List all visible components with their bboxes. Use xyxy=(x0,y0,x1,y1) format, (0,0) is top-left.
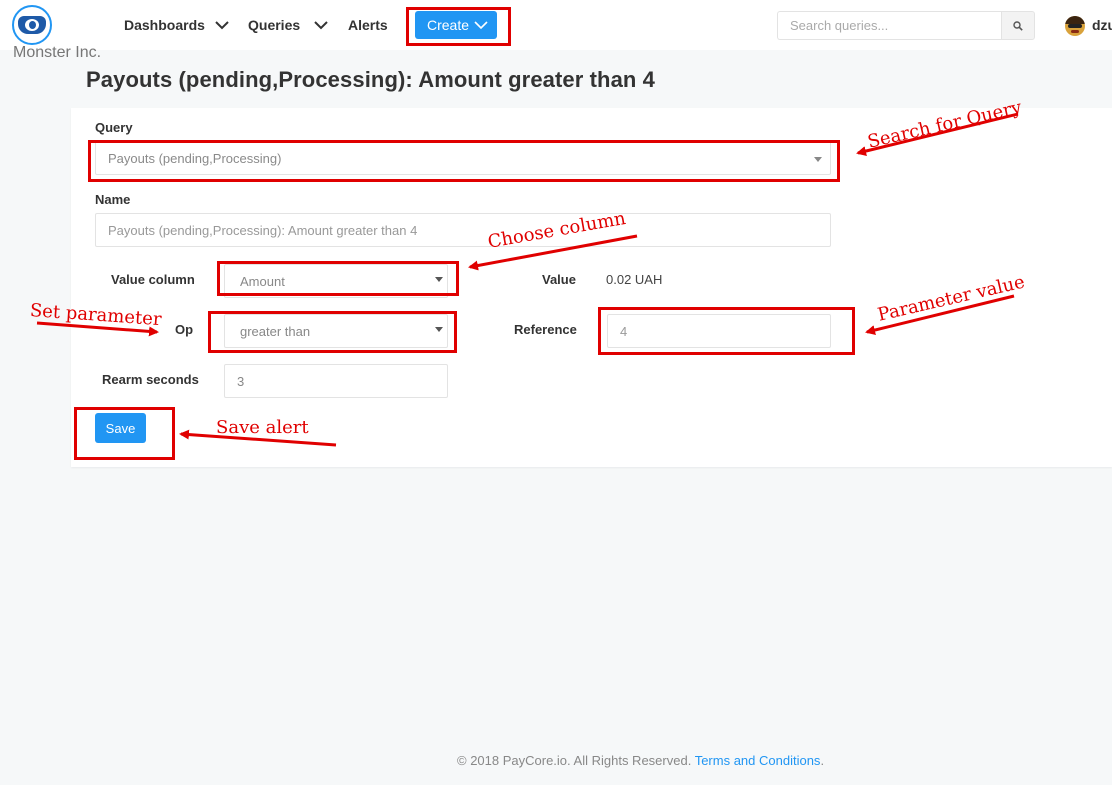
search-icon xyxy=(1013,20,1023,31)
org-name: Monster Inc. xyxy=(13,44,102,61)
rearm-label: Rearm seconds xyxy=(102,372,199,387)
current-value: 0.02 UAH xyxy=(606,272,663,287)
nav-dashboards[interactable]: Dashboards xyxy=(124,17,205,33)
caret-down-icon xyxy=(435,327,443,332)
rearm-value: 3 xyxy=(237,373,245,389)
nav-queries[interactable]: Queries xyxy=(248,17,300,33)
save-button[interactable]: Save xyxy=(95,413,146,443)
value-column-selected: Amount xyxy=(240,273,285,289)
create-button[interactable]: Create xyxy=(415,11,497,39)
op-select[interactable]: greater than xyxy=(224,314,448,348)
query-label: Query xyxy=(95,120,133,135)
app-logo[interactable] xyxy=(12,5,52,45)
value-column-select[interactable]: Amount xyxy=(224,264,448,298)
reference-label: Reference xyxy=(514,322,577,337)
name-field[interactable]: Payouts (pending,Processing): Amount gre… xyxy=(95,213,831,247)
top-navbar: Dashboards Queries Alerts Create dzu xyxy=(0,0,1112,50)
reference-input[interactable]: 4 xyxy=(607,314,831,348)
footer-terms-link[interactable]: Terms and Conditions xyxy=(695,753,821,768)
name-field-placeholder: Payouts (pending,Processing): Amount gre… xyxy=(108,222,418,238)
value-label: Value xyxy=(542,272,576,287)
search-input[interactable] xyxy=(777,11,1001,40)
avatar[interactable] xyxy=(1065,16,1085,36)
create-button-label: Create xyxy=(427,17,470,33)
query-select[interactable]: Payouts (pending,Processing) xyxy=(95,141,831,175)
nav-alerts[interactable]: Alerts xyxy=(348,17,388,33)
search-button[interactable] xyxy=(1001,11,1035,40)
username[interactable]: dzu xyxy=(1092,17,1112,33)
reference-value: 4 xyxy=(620,323,628,339)
note-save-alert: Save alert xyxy=(216,417,309,438)
value-column-label: Value column xyxy=(111,272,195,287)
op-selected: greater than xyxy=(240,323,311,339)
footer: © 2018 PayCore.io. All Rights Reserved. … xyxy=(457,753,824,768)
name-label: Name xyxy=(95,192,131,207)
chevron-down-icon[interactable] xyxy=(214,17,230,33)
op-label: Op xyxy=(175,322,194,337)
footer-copyright: © 2018 PayCore.io. All Rights Reserved. xyxy=(457,753,692,768)
caret-down-icon xyxy=(435,277,443,282)
chevron-down-icon xyxy=(474,21,488,30)
rearm-input[interactable]: 3 xyxy=(224,364,448,398)
query-select-value: Payouts (pending,Processing) xyxy=(108,150,282,166)
page-title: Payouts (pending,Processing): Amount gre… xyxy=(86,67,656,92)
chevron-down-icon[interactable] xyxy=(313,17,329,33)
caret-down-icon xyxy=(814,157,822,162)
footer-suffix: . xyxy=(820,753,825,768)
